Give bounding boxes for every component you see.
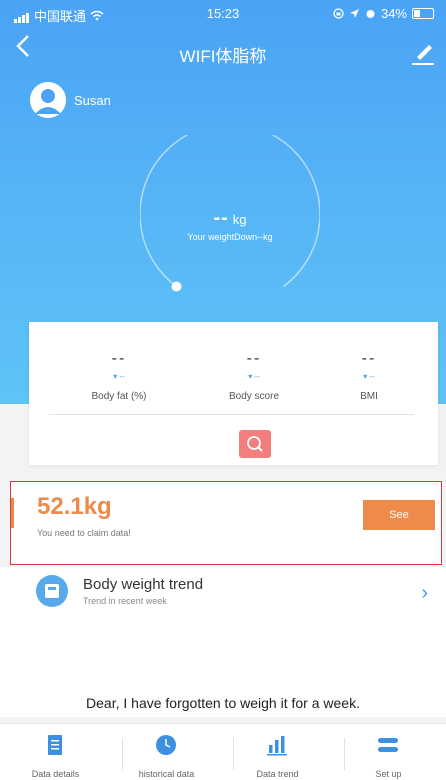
pencil-icon	[412, 45, 434, 65]
search-icon	[247, 436, 263, 452]
tab-label: Set up	[375, 769, 402, 779]
battery-icon	[412, 8, 434, 19]
weight-value: --	[213, 207, 229, 229]
trend-panel: Body weight trend Trend in recent week ›…	[0, 567, 446, 717]
claim-message: You need to claim data!	[37, 528, 131, 538]
edit-button[interactable]	[408, 38, 436, 66]
tab-bar: Data details historical data Data trend …	[0, 723, 446, 780]
chevron-left-icon	[16, 35, 29, 57]
scale-icon	[36, 575, 68, 607]
metric-body-fat[interactable]: -- ▾ -- Body fat (%)	[59, 350, 179, 402]
back-button[interactable]	[16, 34, 48, 70]
bar-chart-icon	[267, 736, 287, 756]
chevron-right-icon: ›	[421, 582, 428, 604]
metric-value: --	[361, 350, 377, 367]
location-icon	[349, 9, 359, 18]
gauge-readout: -- kg Your weightDown--kg	[140, 207, 320, 242]
nav-bar: WIFI体脂称	[0, 34, 446, 70]
metric-body-score[interactable]: -- ▾ -- Body score	[194, 350, 314, 402]
trend-row[interactable]: Body weight trend Trend in recent week ›	[0, 567, 446, 615]
divider	[49, 414, 414, 415]
clock-icon	[156, 735, 176, 755]
metric-change: ▾ --	[248, 372, 260, 381]
tab-data-trend[interactable]: Data trend	[222, 724, 333, 780]
metric-value: --	[246, 350, 262, 367]
gauge-indicator	[171, 281, 182, 292]
metric-value: --	[111, 350, 127, 367]
claim-data-card: 52.1kg You need to claim data! See	[10, 481, 442, 565]
tab-data-details[interactable]: Data details	[0, 724, 111, 780]
status-bar: 中国联通 15:23 34%	[0, 0, 446, 26]
accent-bar	[11, 498, 14, 528]
user-icon	[30, 82, 66, 118]
tab-historical-data[interactable]: historical data	[111, 724, 222, 780]
page-title: WIFI体脂称	[179, 47, 267, 66]
avatar[interactable]	[30, 82, 66, 118]
metric-label: Body score	[228, 391, 280, 402]
search-button[interactable]	[239, 430, 271, 458]
trend-message: Dear, I have forgotten to weigh it for a…	[86, 695, 360, 711]
metric-label: BMI	[360, 391, 378, 402]
claim-weight: 52.1kg	[37, 493, 112, 520]
metric-change: ▾ --	[113, 372, 125, 381]
alarm-icon	[366, 10, 375, 18]
tab-label: historical data	[138, 769, 195, 779]
document-icon	[48, 735, 62, 755]
metric-label: Body fat (%)	[91, 391, 147, 402]
settings-icon	[378, 738, 398, 752]
user-profile[interactable]: Susan	[30, 82, 111, 118]
lock-rotation-icon	[333, 8, 344, 19]
trend-title: Body weight trend	[83, 576, 204, 593]
tab-label: Data trend	[256, 769, 299, 779]
user-name: Susan	[74, 92, 111, 108]
see-button[interactable]: See	[363, 500, 435, 530]
metric-bmi[interactable]: -- ▾ -- BMI	[309, 350, 429, 402]
trend-subtitle: Trend in recent week	[83, 596, 167, 606]
weight-change: Your weightDown--kg	[187, 232, 273, 242]
battery-percent: 34%	[380, 6, 407, 21]
metric-change: ▾ --	[363, 372, 375, 381]
metrics-card: -- ▾ -- Body fat (%) -- ▾ -- Body score …	[29, 322, 438, 465]
tab-set-up[interactable]: Set up	[333, 724, 444, 780]
tab-label: Data details	[31, 769, 80, 779]
weight-unit: kg	[232, 212, 247, 227]
